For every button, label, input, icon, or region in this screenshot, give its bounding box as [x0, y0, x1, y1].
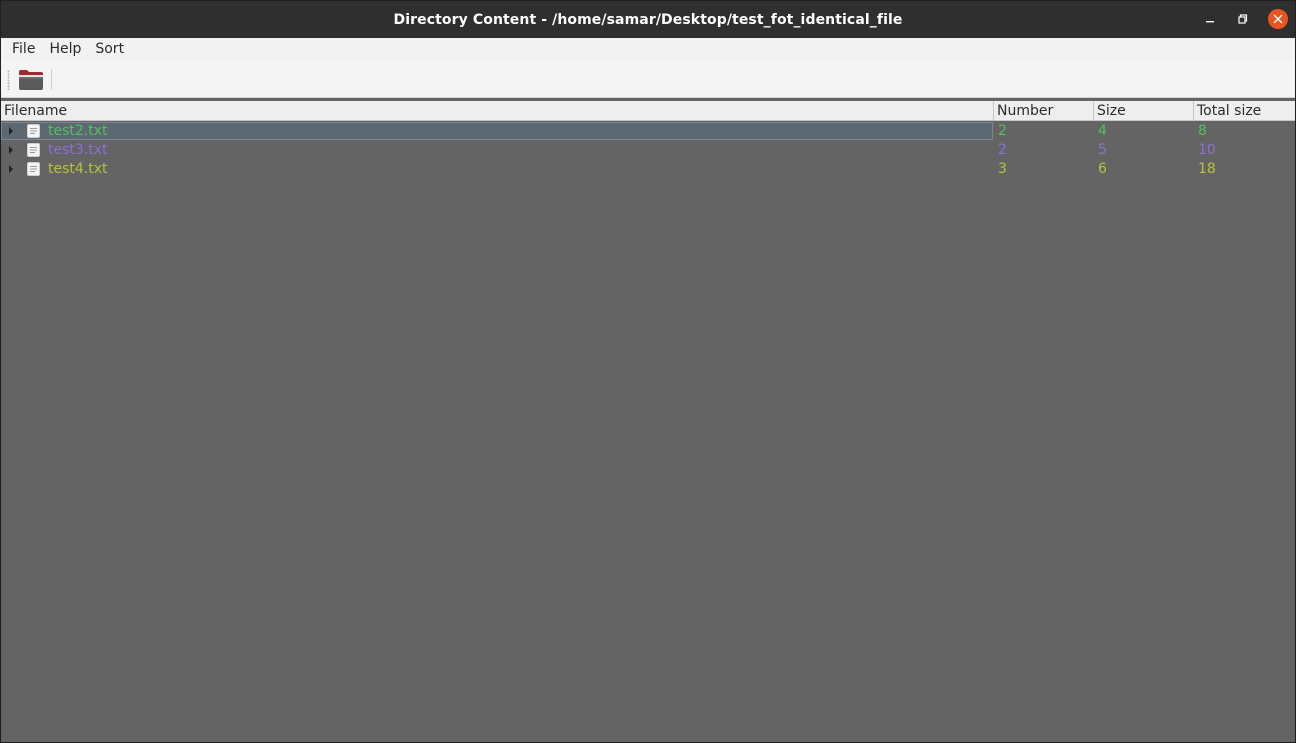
expand-arrow-icon[interactable]: [9, 165, 13, 173]
window-title: Directory Content - /home/samar/Desktop/…: [393, 12, 903, 28]
column-header-size[interactable]: Size: [1094, 101, 1194, 121]
column-header-total-size[interactable]: Total size: [1194, 101, 1295, 121]
number-cell: 3: [998, 161, 1007, 177]
close-icon: [1273, 14, 1283, 24]
column-header-number[interactable]: Number: [994, 101, 1094, 121]
column-header-filename[interactable]: Filename: [1, 101, 994, 121]
selection-highlight: [1, 122, 993, 140]
filename-cell: test3.txt: [48, 142, 108, 158]
menu-bar: File Help Sort: [1, 38, 1295, 61]
total-size-cell: 18: [1198, 161, 1216, 177]
size-cell: 5: [1098, 142, 1107, 158]
title-bar[interactable]: Directory Content - /home/samar/Desktop/…: [1, 1, 1295, 38]
menu-file[interactable]: File: [1, 38, 42, 61]
toolbar-separator: [51, 69, 52, 90]
folder-open-icon: [19, 70, 43, 90]
filename-cell: test4.txt: [48, 161, 108, 177]
filename-cell: test2.txt: [48, 123, 108, 139]
expand-arrow-icon[interactable]: [9, 127, 13, 135]
minimize-button[interactable]: [1200, 9, 1220, 29]
table-row[interactable]: test4.txt 3 6 18: [1, 160, 1295, 179]
number-cell: 2: [998, 142, 1007, 158]
text-file-icon: [27, 162, 40, 176]
open-folder-button[interactable]: [17, 67, 45, 92]
size-cell: 6: [1098, 161, 1107, 177]
toolbar: [1, 61, 1295, 98]
menu-help[interactable]: Help: [42, 38, 88, 61]
text-file-icon: [27, 143, 40, 157]
app-window: Directory Content - /home/samar/Desktop/…: [0, 0, 1296, 743]
maximize-button[interactable]: [1233, 9, 1253, 29]
table-row[interactable]: test2.txt 2 4 8: [1, 122, 1295, 141]
file-tree-view[interactable]: Filename Number Size Total size test2.tx…: [1, 101, 1295, 742]
table-row[interactable]: test3.txt 2 5 10: [1, 141, 1295, 160]
menu-sort[interactable]: Sort: [88, 38, 131, 61]
toolbar-grip-handle[interactable]: [7, 70, 10, 90]
table-header: Filename Number Size Total size: [1, 101, 1295, 121]
size-cell: 4: [1098, 123, 1107, 139]
table-rows: test2.txt 2 4 8 test3.txt 2 5 10 test4.t…: [1, 122, 1295, 179]
expand-arrow-icon[interactable]: [9, 146, 13, 154]
text-file-icon: [27, 124, 40, 138]
total-size-cell: 8: [1198, 123, 1207, 139]
total-size-cell: 10: [1198, 142, 1216, 158]
close-button[interactable]: [1268, 9, 1288, 29]
number-cell: 2: [998, 123, 1007, 139]
restore-icon: [1238, 14, 1248, 24]
minimize-icon: [1206, 21, 1214, 23]
